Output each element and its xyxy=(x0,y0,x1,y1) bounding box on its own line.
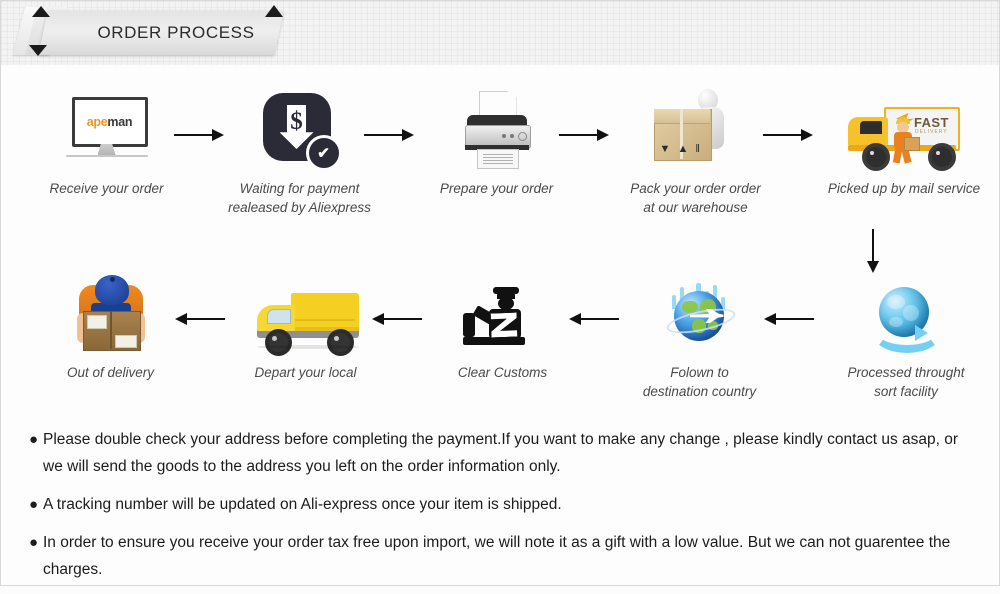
courier-cap-button xyxy=(109,277,115,282)
step-caption: Out of delivery xyxy=(66,365,155,380)
note-item: ● A tracking number will be updated on A… xyxy=(29,491,977,518)
payment-dollar-arrow-check-icon: $ ✔ xyxy=(235,85,365,171)
step-folown-to-destination-country: Folown to destination country xyxy=(612,269,814,401)
step-caption: Waiting for payment realeased by Aliexpr… xyxy=(228,181,371,215)
note-item: ● In order to ensure you receive your or… xyxy=(29,529,977,583)
worker-packing-box-icon: ▼ ▲ ‖ xyxy=(631,85,761,167)
printer-icon xyxy=(432,85,562,169)
arrow-left-icon xyxy=(762,313,814,325)
note-text: Please double check your address before … xyxy=(43,431,959,475)
truck-brand-text: FAST xyxy=(914,115,949,130)
ribbon-notch-top-left-icon xyxy=(32,6,50,17)
apeman-logo-part1: ape xyxy=(86,115,108,129)
check-glyph: ✔ xyxy=(317,144,330,162)
step-caption: Pack your order order at our warehouse xyxy=(630,181,761,215)
globe-airplane-icon xyxy=(635,269,765,351)
apeman-logo-part2: man xyxy=(107,115,133,129)
truck-window xyxy=(860,121,882,134)
fast-delivery-truck-icon: FAST DELIVERY xyxy=(839,85,969,171)
van-body-line xyxy=(294,319,355,321)
box-fragile-marks: ▼ ▲ ‖ xyxy=(659,143,702,155)
sort-arrow-head xyxy=(915,325,928,341)
notes-section: ● Please double check your address befor… xyxy=(29,426,977,594)
step-caption: Folown to destination country xyxy=(642,365,757,399)
arrow-right-icon xyxy=(763,129,815,141)
step-caption: Processed throught sort facility xyxy=(847,365,965,399)
truck-brand-subtext: DELIVERY xyxy=(915,129,948,135)
customs-officer-icon xyxy=(438,269,568,351)
check-badge-icon: ✔ xyxy=(305,135,342,171)
process-row-2: Out of delivery Depart your local Clear … xyxy=(1,269,1000,401)
step-caption: Receive your order xyxy=(49,181,164,196)
luggage-left xyxy=(462,313,475,337)
monitor-screen: apeman xyxy=(71,97,148,147)
ribbon-notch-bottom-left-icon xyxy=(29,45,47,56)
note-bullet-icon: ● xyxy=(29,496,39,513)
note-bullet-icon: ● xyxy=(29,534,39,551)
van-window xyxy=(266,309,291,324)
step-prepare-your-order: Prepare your order xyxy=(409,85,609,217)
monitor-apeman-icon: apeman xyxy=(42,85,172,167)
carried-box-seam xyxy=(109,311,112,349)
step-pack-your-order: ▼ ▲ ‖ Pack your order order at our wareh… xyxy=(608,85,813,217)
header-ribbon: ORDER PROCESS xyxy=(1,1,321,65)
van-shadow xyxy=(256,345,359,349)
van-cargo-box xyxy=(290,293,359,331)
step-out-of-delivery: Out of delivery xyxy=(23,269,225,401)
order-process-infographic: ORDER PROCESS apeman Receive your order xyxy=(0,0,1000,586)
truck-front-wheel xyxy=(862,143,890,171)
delivery-person-box-icon xyxy=(46,269,176,351)
note-item: ● Please double check your address befor… xyxy=(29,426,977,480)
step-processed-throught-sort-facility: Processed throught sort facility xyxy=(811,269,1000,401)
step-caption: Prepare your order xyxy=(439,181,554,196)
truck-rear-wheel xyxy=(928,143,956,171)
dollar-sign-icon: $ xyxy=(290,108,303,135)
monitor-base xyxy=(65,155,148,157)
globe-sort-arrow-icon xyxy=(841,269,971,353)
delivery-man-figure xyxy=(890,117,920,164)
step-picked-up-by-mail-service: FAST DELIVERY Picked up by mail service xyxy=(809,85,999,217)
van-front-wheel xyxy=(264,329,292,356)
carried-box-label-1 xyxy=(86,315,107,329)
step-caption: Depart your local xyxy=(254,365,357,380)
printer-output-paper xyxy=(476,149,519,169)
note-text: In order to ensure you receive your orde… xyxy=(43,534,951,578)
page-title: ORDER PROCESS xyxy=(97,23,255,42)
step-waiting-for-payment: $ ✔ Waiting for payment realeased by Ali… xyxy=(212,85,414,217)
van-rear-wheel xyxy=(326,329,354,356)
step-clear-customs: Clear Customs xyxy=(415,269,619,401)
sort-curved-arrow xyxy=(873,315,941,353)
arrow-right-icon xyxy=(559,129,611,141)
step-caption: Clear Customs xyxy=(457,365,548,380)
step-caption: Picked up by mail service xyxy=(827,181,981,196)
step-depart-your-local: Depart your local xyxy=(218,269,422,401)
note-bullet-icon: ● xyxy=(29,431,39,448)
note-text: A tracking number will be updated on Ali… xyxy=(43,496,562,513)
carried-box-label-2 xyxy=(114,335,137,348)
yellow-van-icon xyxy=(241,269,371,356)
step-receive-your-order: apeman Receive your order xyxy=(19,85,224,217)
process-row-1: apeman Receive your order $ ✔ Waiting fo… xyxy=(1,85,1000,217)
inspection-counter xyxy=(462,337,525,345)
